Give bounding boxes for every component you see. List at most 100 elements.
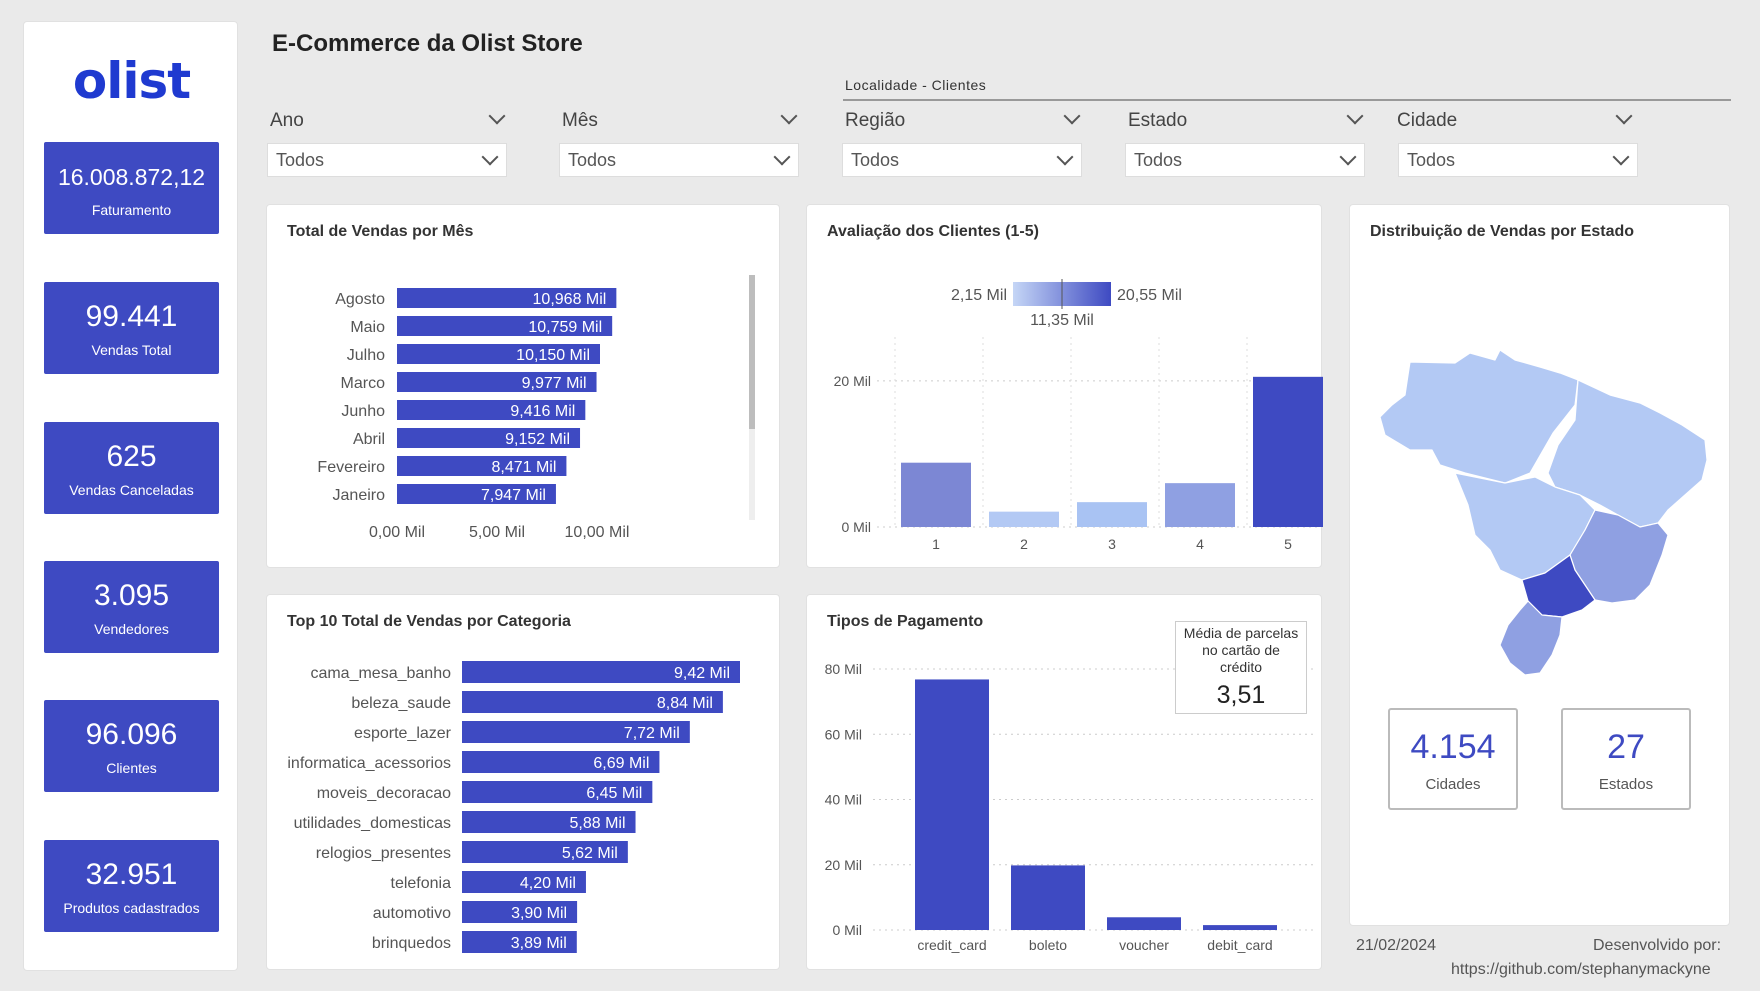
- y-tick-label: 60 Mil: [825, 726, 862, 742]
- y-tick-label: esporte_lazer: [354, 725, 452, 742]
- slicer-label-ano: Ano: [270, 110, 304, 131]
- x-tick-label: voucher: [1119, 937, 1169, 953]
- slicer-dropdown-regiao[interactable]: Todos: [842, 143, 1082, 177]
- bar[interactable]: [915, 679, 989, 930]
- chevron-down-icon[interactable]: [488, 107, 506, 125]
- y-tick-label: 80 Mil: [825, 661, 862, 677]
- data-label: 4,20 Mil: [520, 875, 576, 892]
- chart-avaliacao: 0 Mil 20 Mil 1 2 3 4 5 2,15 Mil 20,55 Mil 11,35 M…: [834, 279, 1323, 552]
- x-tick-label: boleto: [1029, 937, 1067, 953]
- slicer-dropdown-estado[interactable]: Todos: [1125, 143, 1365, 177]
- y-tick-label: Abril: [353, 431, 385, 448]
- slicer-dropdown-mes[interactable]: Todos: [559, 143, 799, 177]
- bar[interactable]: [901, 462, 971, 527]
- slicer-label-mes: Mês: [562, 110, 598, 131]
- data-label: 8,471 Mil: [491, 459, 556, 476]
- x-tick-label: 5,00 Mil: [469, 524, 525, 541]
- y-tick-label: Fevereiro: [317, 459, 385, 476]
- states-count-label: Estados: [1598, 776, 1654, 793]
- x-tick-label: debit_card: [1207, 937, 1272, 953]
- x-tick-label: 0,00 Mil: [369, 524, 425, 541]
- map-card: Distribuição de Vendas por Estado 4.154 …: [1349, 204, 1730, 926]
- credit-installments-label: Média de parcelas no cartão de crédito: [1183, 625, 1299, 675]
- y-tick-label: Maio: [350, 319, 385, 336]
- chevron-down-icon[interactable]: [1063, 107, 1081, 125]
- chevron-down-icon: [773, 148, 791, 166]
- bar[interactable]: [1107, 917, 1181, 930]
- kpi-value: 96.096: [85, 718, 178, 751]
- states-count-value: 27: [1607, 728, 1645, 766]
- slicer-value: Todos: [851, 150, 900, 170]
- slicer-label-regiao: Região: [845, 110, 906, 131]
- x-tick-label: 10,00 Mil: [565, 524, 630, 541]
- data-label: 10,968 Mil: [533, 291, 607, 308]
- kpi-vendedores: 3.095 Vendedores: [44, 561, 219, 653]
- bar[interactable]: [1077, 502, 1147, 527]
- scrollbar-thumb[interactable]: [749, 275, 755, 429]
- slicer-value: Todos: [1407, 150, 1456, 170]
- chevron-down-icon: [1056, 148, 1074, 166]
- slicer-label-cidade: Cidade: [1397, 110, 1458, 131]
- data-label: 9,977 Mil: [522, 375, 587, 392]
- y-tick-label: utilidades_domesticas: [294, 815, 451, 832]
- y-tick-label: Janeiro: [333, 487, 386, 504]
- bar[interactable]: [1165, 483, 1235, 527]
- y-tick-label: relogios_presentes: [316, 845, 451, 862]
- states-count-card: 27 Estados: [1561, 708, 1691, 810]
- chevron-down-icon[interactable]: [780, 107, 798, 125]
- filter-group-title: Localidade - Clientes: [845, 77, 987, 93]
- y-tick-label: beleza_saude: [351, 695, 451, 712]
- chart-card-top-categorias: Top 10 Total de Vendas por Categoria cam…: [266, 594, 780, 970]
- data-label: 5,88 Mil: [569, 815, 625, 832]
- x-tick-label: 4: [1196, 536, 1204, 552]
- footer-date: 21/02/2024: [1356, 937, 1437, 954]
- kpi-value: 32.951: [85, 858, 178, 891]
- data-label: 10,759 Mil: [528, 319, 602, 336]
- kpi-sidebar: olist 16.008.872,12 Faturamento 99.441 V…: [23, 21, 238, 971]
- kpi-value: 3.095: [93, 579, 170, 612]
- chevron-down-icon[interactable]: [1346, 107, 1364, 125]
- chart-vendas-mes: Agosto 10,968 Mil Maio 10,759 Mil Julho 10,15…: [317, 288, 630, 541]
- bar[interactable]: [989, 511, 1059, 527]
- map-region-north: [1379, 349, 1579, 484]
- scrollbar-track[interactable]: [749, 275, 755, 520]
- y-tick-label: informatica_acessorios: [287, 755, 451, 772]
- chart-top-categorias: cama_mesa_banho 9,42 Mil beleza_saude 8,84 …: [287, 661, 740, 953]
- chevron-down-icon: [1339, 148, 1357, 166]
- chevron-down-icon: [481, 148, 499, 166]
- kpi-label: Vendedores: [94, 621, 169, 637]
- y-tick-label: 20 Mil: [825, 857, 862, 873]
- slicer-dropdown-ano[interactable]: Todos: [267, 143, 507, 177]
- slicer-dropdown-cidade[interactable]: Todos: [1398, 143, 1638, 177]
- y-tick-label: Julho: [347, 347, 385, 364]
- kpi-label: Vendas Total: [91, 342, 172, 358]
- chevron-down-icon: [1612, 148, 1630, 166]
- kpi-value: 625: [106, 440, 157, 473]
- filter-group-divider: [843, 99, 1731, 101]
- y-tick-label: 20 Mil: [834, 373, 871, 389]
- credit-installments-card: Média de parcelas no cartão de crédito 3…: [1175, 621, 1307, 714]
- cities-count-value: 4.154: [1410, 728, 1496, 766]
- y-tick-label: 0 Mil: [841, 519, 871, 535]
- y-tick-label: 40 Mil: [825, 792, 862, 808]
- data-label: 10,150 Mil: [516, 347, 590, 364]
- data-label: 6,69 Mil: [593, 755, 649, 772]
- y-tick-label: Marco: [341, 375, 386, 392]
- kpi-faturamento: 16.008.872,12 Faturamento: [44, 142, 219, 234]
- olist-logo: olist: [72, 52, 191, 110]
- bar[interactable]: [1253, 376, 1323, 527]
- color-legend-max: 20,55 Mil: [1117, 287, 1182, 304]
- cities-count-label: Cidades: [1425, 776, 1481, 793]
- chevron-down-icon[interactable]: [1615, 107, 1633, 125]
- bar[interactable]: [1203, 925, 1277, 930]
- data-label: 6,45 Mil: [586, 785, 642, 802]
- footer-github-link[interactable]: https://github.com/stephanymackyne: [1451, 961, 1711, 979]
- bar[interactable]: [1011, 865, 1085, 930]
- kpi-label: Vendas Canceladas: [69, 482, 194, 498]
- y-tick-label: automotivo: [373, 905, 451, 922]
- kpi-vendas-total: 99.441 Vendas Total: [44, 282, 219, 374]
- kpi-label: Clientes: [106, 760, 157, 776]
- cities-count-card: 4.154 Cidades: [1388, 708, 1518, 810]
- x-tick-label: 1: [932, 536, 940, 552]
- color-legend-mid: 11,35 Mil: [1030, 312, 1094, 329]
